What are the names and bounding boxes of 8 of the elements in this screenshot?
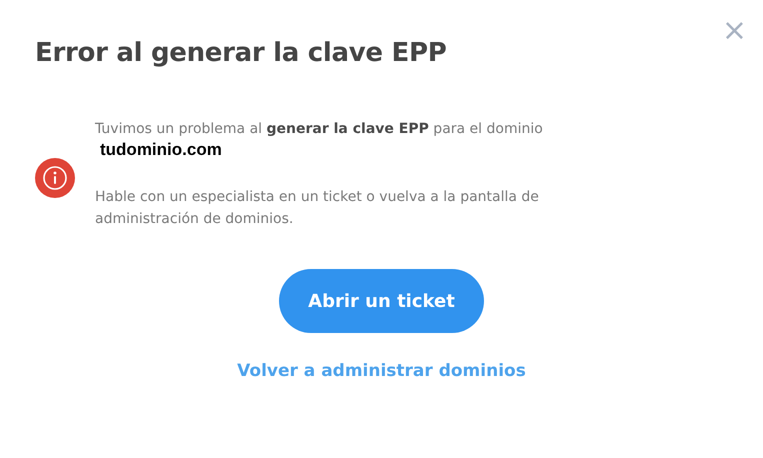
domain-name: tudominio.com <box>100 140 223 160</box>
dialog-title: Error al generar la clave EPP <box>35 38 446 68</box>
back-link[interactable]: Volver a administrar dominios <box>237 361 526 381</box>
close-button[interactable]: × <box>718 16 751 46</box>
open-ticket-button[interactable]: Abrir un ticket <box>279 269 484 333</box>
message-text: Tuvimos un problema al generar la clave EPP para el dominio <box>95 120 544 139</box>
info-icon <box>35 158 75 198</box>
hint-text: Hable con un especialista en un ticket o vuelva a la pantalla de administración de dominios. <box>95 188 540 229</box>
